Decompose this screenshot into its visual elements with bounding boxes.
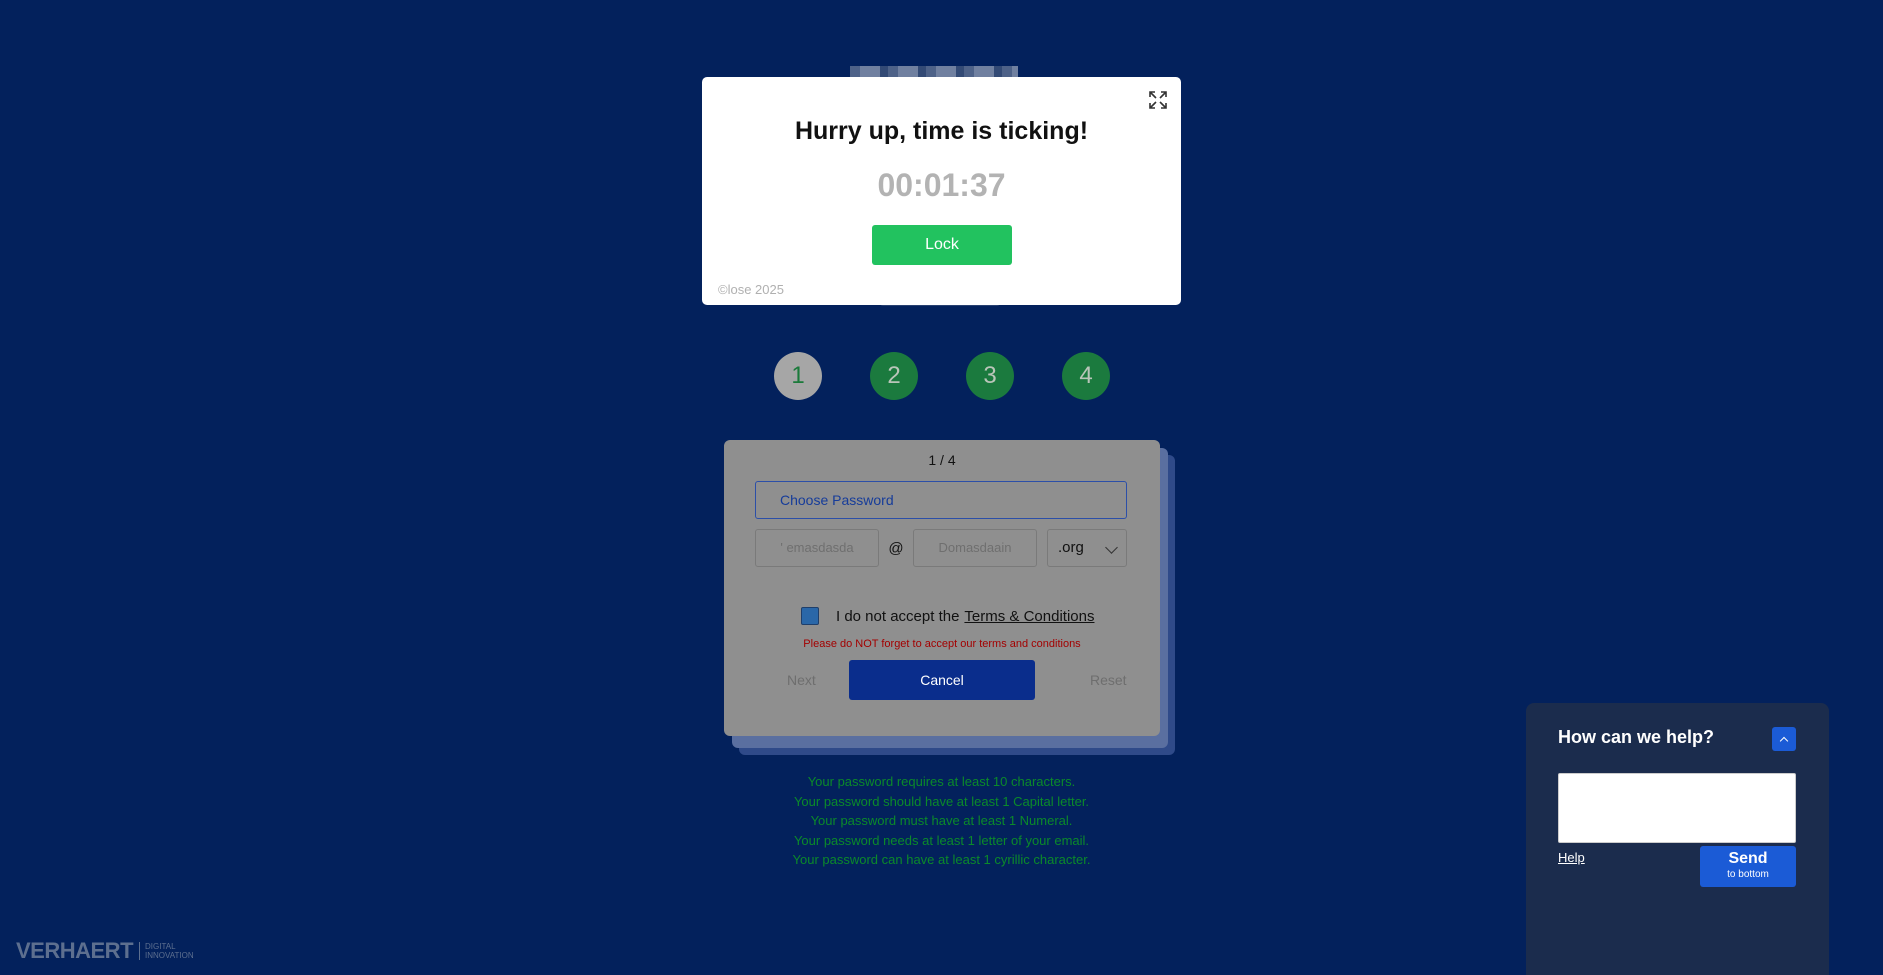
email-domain-input[interactable]: Domasdaain xyxy=(913,529,1037,567)
company-logo: VERHAERT DIGITAL INNOVATION xyxy=(16,938,194,964)
help-widget: How can we help? Help Send to bottom xyxy=(1526,703,1829,975)
expand-icon[interactable] xyxy=(1149,91,1167,109)
terms-link[interactable]: Terms & Conditions xyxy=(964,608,1094,625)
step-indicator: 1 2 3 4 xyxy=(774,352,1110,400)
send-sublabel: to bottom xyxy=(1727,869,1769,880)
tld-select[interactable]: .org xyxy=(1047,529,1127,567)
countdown-timer: 00:01:37 xyxy=(877,167,1006,203)
at-symbol: @ xyxy=(888,539,904,557)
send-button[interactable]: Send to bottom xyxy=(1700,846,1796,887)
signup-card: 1 / 4 Choose Password ' emasdasda @ Doma… xyxy=(724,440,1160,736)
terms-row: I do not accept the Terms & Conditions xyxy=(801,607,1094,625)
card-buttons: Next Cancel Reset xyxy=(724,660,1160,700)
terms-warning: Please do NOT forget to accept our terms… xyxy=(803,638,1081,650)
lock-button[interactable]: Lock xyxy=(872,225,1012,265)
email-name-input[interactable]: ' emasdasda xyxy=(755,529,879,567)
modal-title: Hurry up, time is ticking! xyxy=(794,117,1089,145)
send-label: Send xyxy=(1728,850,1768,867)
terms-label: I do not accept the xyxy=(836,607,960,625)
logo-sub-line-1: DIGITAL xyxy=(145,942,176,951)
collapse-toggle-icon[interactable] xyxy=(1772,727,1796,751)
help-message-input[interactable] xyxy=(1558,773,1796,843)
logo-subtitle: DIGITAL INNOVATION xyxy=(139,942,194,960)
password-input[interactable]: Choose Password xyxy=(755,481,1127,519)
step-2[interactable]: 2 xyxy=(870,352,918,400)
reset-button[interactable]: Reset xyxy=(1090,672,1127,688)
step-3[interactable]: 3 xyxy=(966,352,1014,400)
terms-checkbox[interactable] xyxy=(801,607,819,625)
email-row: ' emasdasda @ Domasdaain .org xyxy=(755,529,1127,567)
next-button[interactable]: Next xyxy=(787,672,816,688)
logo-wordmark: VERHAERT xyxy=(16,938,134,963)
logo-sub-line-2: INNOVATION xyxy=(145,951,194,960)
help-link[interactable]: Help xyxy=(1558,850,1585,865)
tld-value: .org xyxy=(1058,539,1084,556)
page-counter: 1 / 4 xyxy=(928,452,956,468)
chevron-down-icon xyxy=(1105,541,1118,554)
timer-modal: Hurry up, time is ticking! 00:01:37 Lock… xyxy=(702,77,1181,305)
step-1[interactable]: 1 xyxy=(774,352,822,400)
cancel-button[interactable]: Cancel xyxy=(849,660,1035,700)
step-4[interactable]: 4 xyxy=(1062,352,1110,400)
help-title: How can we help? xyxy=(1558,727,1715,747)
close-copyright-link[interactable]: ©lose 2025 xyxy=(718,282,784,297)
